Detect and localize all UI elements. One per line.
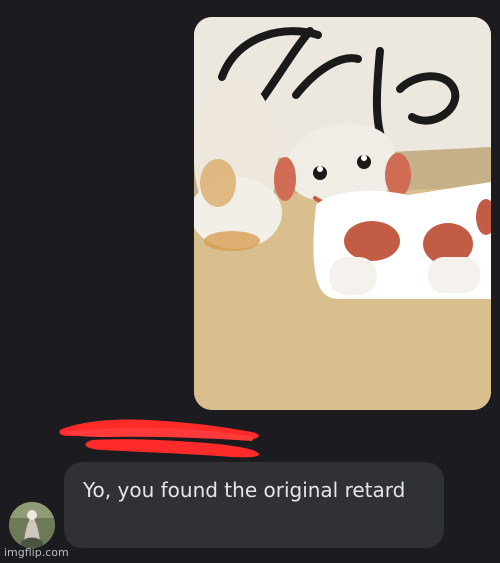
dog-figurines-photo — [194, 17, 491, 410]
message-bubble[interactable]: Yo, you found the original retard — [64, 462, 444, 548]
avatar-icon — [9, 502, 55, 548]
imgflip-watermark: imgflip.com — [4, 546, 69, 559]
redaction-scribble — [59, 419, 260, 458]
image-attachment[interactable] — [194, 17, 491, 410]
message-text: Yo, you found the original retard — [83, 478, 406, 502]
contact-avatar[interactable] — [9, 502, 55, 548]
